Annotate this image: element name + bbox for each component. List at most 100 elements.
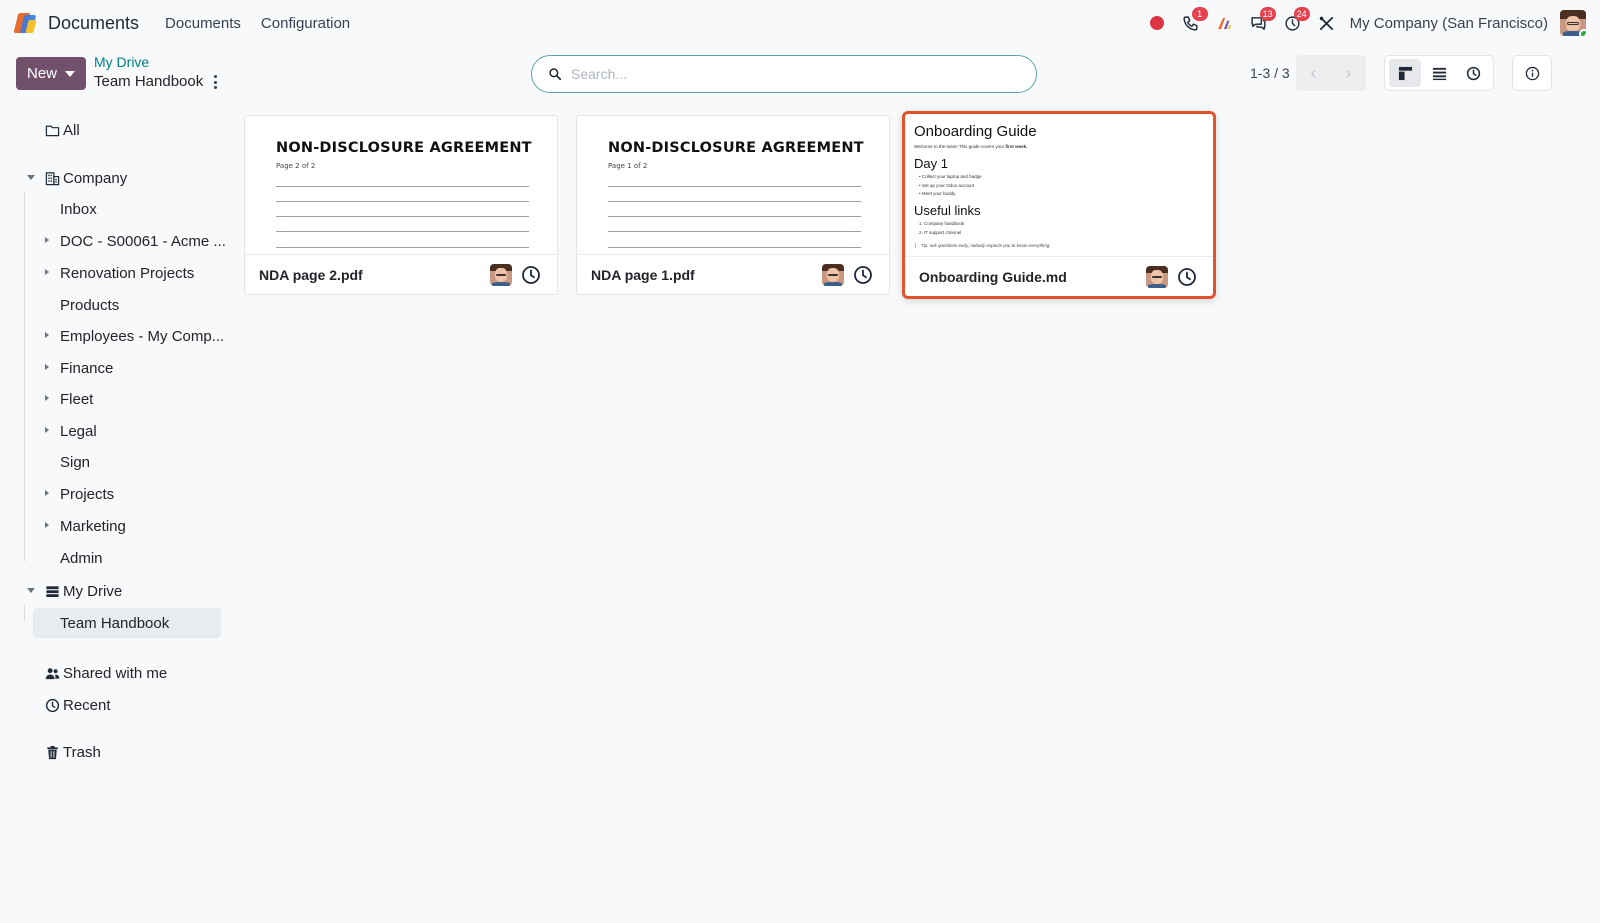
ai-button[interactable] xyxy=(1208,0,1242,46)
card-footer: NDA page 2.pdf xyxy=(245,254,557,294)
expand-employees-toggle[interactable] xyxy=(42,330,52,340)
expand-marketing-toggle[interactable] xyxy=(42,520,52,530)
systray: 1 13 24 My Company (San Francisco) xyxy=(1140,0,1586,46)
document-preview[interactable]: Onboarding Guide Welcome to the team! Th… xyxy=(905,114,1213,254)
sidebar-item-recent[interactable]: Recent xyxy=(44,692,111,718)
sidebar-item-team-handbook[interactable]: Team Handbook xyxy=(60,610,169,636)
breadcrumb-actions-menu-icon[interactable] xyxy=(208,73,222,91)
activity-button[interactable] xyxy=(853,265,873,285)
sidebar-item-sign[interactable]: Sign xyxy=(60,449,90,475)
owner-avatar[interactable] xyxy=(822,263,844,286)
messages-button[interactable]: 13 xyxy=(1242,0,1276,46)
sidebar-item-label: Employees - My Comp... xyxy=(60,327,225,345)
caret-down-icon xyxy=(27,587,35,593)
clock-icon xyxy=(1466,66,1480,80)
app-name: Documents xyxy=(48,12,140,33)
sidebar-item-products[interactable]: Products xyxy=(60,292,119,318)
sidebar-item-inbox[interactable]: Inbox xyxy=(60,196,97,222)
sidebar-item-label: Legal xyxy=(60,422,97,440)
collapse-company-toggle[interactable] xyxy=(26,172,36,182)
caret-right-icon xyxy=(45,237,49,243)
document-name: NDA page 2.pdf xyxy=(259,266,363,283)
view-switcher xyxy=(1384,55,1494,91)
sidebar-item-label: Renovation Projects xyxy=(60,264,195,282)
preview-page-number: Page 1 of 2 xyxy=(608,162,648,170)
activity-view-button[interactable] xyxy=(1457,59,1489,87)
expand-renovation-projects-toggle[interactable] xyxy=(42,267,52,277)
kanban-icon xyxy=(1398,66,1412,80)
document-preview[interactable]: NON-DISCLOSURE AGREEMENT Page 2 of 2 xyxy=(245,116,557,256)
sidebar-item-marketing[interactable]: Marketing xyxy=(60,513,126,539)
caret-right-icon xyxy=(45,269,49,275)
user-avatar[interactable] xyxy=(1560,10,1586,36)
new-button[interactable]: New xyxy=(16,57,86,90)
expand-doc-s00061-toggle[interactable] xyxy=(42,235,52,245)
tools-button[interactable] xyxy=(1310,0,1344,46)
pager-value[interactable]: 1-3 / 3 xyxy=(1250,65,1290,81)
sidebar-item-my-drive[interactable]: My Drive xyxy=(44,578,122,604)
app-brand[interactable]: Documents xyxy=(13,11,165,35)
list-view-button[interactable] xyxy=(1423,59,1455,87)
details-panel-button[interactable] xyxy=(1512,55,1552,91)
sidebar-item-legal[interactable]: Legal xyxy=(60,418,97,444)
folder-icon xyxy=(44,122,60,138)
documents-app-logo xyxy=(13,11,38,35)
pager-previous-button[interactable]: ‹ xyxy=(1296,55,1331,91)
sidebar-item-label: Team Handbook xyxy=(60,614,170,632)
owner-avatar[interactable] xyxy=(1146,265,1168,288)
sidebar-item-fleet[interactable]: Fleet xyxy=(60,386,93,412)
activity-button[interactable] xyxy=(1177,267,1197,287)
preview-page-number: Page 2 of 2 xyxy=(276,162,316,170)
sidebar-item-label: Marketing xyxy=(60,517,126,535)
document-card[interactable]: NON-DISCLOSURE AGREEMENT Page 1 of 2 NDA… xyxy=(576,115,890,295)
pager-next-button[interactable]: › xyxy=(1331,55,1366,91)
clock-icon xyxy=(44,697,60,713)
info-icon xyxy=(1525,66,1539,80)
preview-tip: Tip: ask questions early, nobody expects… xyxy=(915,243,1050,248)
sidebar-item-label: Products xyxy=(60,296,120,314)
sidebar-item-renovation-projects[interactable]: Renovation Projects xyxy=(60,260,194,286)
expand-fleet-toggle[interactable] xyxy=(42,393,52,403)
sidebar-item-label: Fleet xyxy=(60,390,94,408)
search-input[interactable] xyxy=(571,66,1011,82)
record-icon xyxy=(1149,16,1164,30)
phone-button[interactable]: 1 xyxy=(1174,0,1208,46)
expand-legal-toggle[interactable] xyxy=(42,425,52,435)
expand-finance-toggle[interactable] xyxy=(42,362,52,372)
search-icon xyxy=(549,68,562,81)
folder-sidebar: All Company Inbox DOC - S00061 - Acme ..… xyxy=(0,105,232,923)
activities-button[interactable]: 24 xyxy=(1276,0,1310,46)
sidebar-item-admin[interactable]: Admin xyxy=(60,545,103,571)
sidebar-item-finance[interactable]: Finance xyxy=(60,355,113,381)
owner-avatar[interactable] xyxy=(490,263,512,286)
sidebar-item-all[interactable]: All xyxy=(44,117,80,143)
activity-button[interactable] xyxy=(521,265,541,285)
expand-projects-toggle[interactable] xyxy=(42,488,52,498)
sidebar-item-trash[interactable]: Trash xyxy=(44,739,101,765)
sidebar-item-label: Projects xyxy=(60,485,115,503)
document-card-selected[interactable]: Onboarding Guide Welcome to the team! Th… xyxy=(902,111,1216,299)
preview-list-item: 2. IT support channel xyxy=(919,230,962,235)
drive-icon xyxy=(44,583,60,599)
sidebar-item-label: Recent xyxy=(63,696,111,714)
sidebar-item-company[interactable]: Company xyxy=(44,165,127,191)
collapse-my-drive-toggle[interactable] xyxy=(26,585,36,595)
preview-title: Onboarding Guide xyxy=(914,123,1037,140)
preview-list-item: • Meet your buddy xyxy=(919,191,956,196)
sidebar-item-employees[interactable]: Employees - My Comp... xyxy=(60,323,224,349)
caret-right-icon xyxy=(45,332,49,338)
kanban-view-button[interactable] xyxy=(1389,59,1421,87)
sidebar-item-doc-s00061[interactable]: DOC - S00061 - Acme ... xyxy=(60,228,226,254)
screen-record-button[interactable] xyxy=(1140,0,1174,46)
breadcrumb-parent[interactable]: My Drive xyxy=(94,54,149,70)
document-preview[interactable]: NON-DISCLOSURE AGREEMENT Page 1 of 2 xyxy=(577,116,889,256)
clock-icon xyxy=(1178,267,1196,286)
online-status-dot xyxy=(1579,29,1586,36)
menu-documents[interactable]: Documents xyxy=(165,15,241,32)
sidebar-item-shared-with-me[interactable]: Shared with me xyxy=(44,660,167,686)
company-switcher[interactable]: My Company (San Francisco) xyxy=(1350,15,1548,32)
menu-configuration[interactable]: Configuration xyxy=(261,15,350,32)
sidebar-item-projects[interactable]: Projects xyxy=(60,481,114,507)
document-card[interactable]: NON-DISCLOSURE AGREEMENT Page 2 of 2 NDA… xyxy=(244,115,558,295)
activities-badge: 24 xyxy=(1293,7,1310,21)
